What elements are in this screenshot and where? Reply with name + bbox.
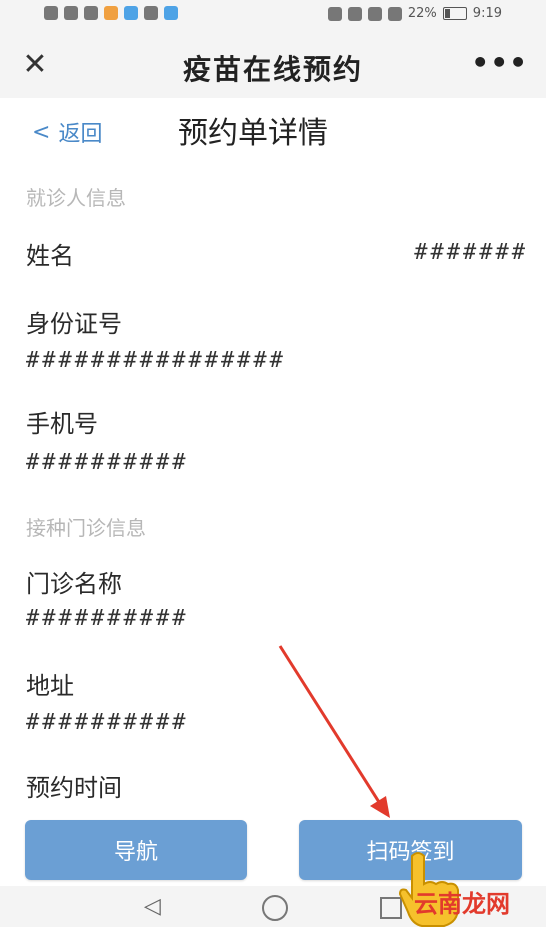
section-label-patient: 就诊人信息 bbox=[26, 186, 126, 210]
back-label: 返回 bbox=[58, 122, 103, 147]
id-number-label: 身份证号 bbox=[26, 310, 122, 338]
phone-label: 手机号 bbox=[26, 410, 98, 438]
signal-icon bbox=[64, 6, 78, 20]
alarm-icon bbox=[367, 6, 382, 21]
eye-icon bbox=[327, 6, 342, 21]
app-title: 疫苗在线预约 bbox=[182, 53, 363, 86]
back-button[interactable]: < 返回 bbox=[32, 116, 102, 148]
hd-icon bbox=[44, 6, 58, 20]
name-value: ####### bbox=[414, 240, 528, 265]
address-value: ########## bbox=[26, 710, 189, 735]
clinic-name-label: 门诊名称 bbox=[26, 570, 122, 598]
nfc-icon bbox=[347, 6, 362, 21]
phone-value: ########## bbox=[26, 450, 189, 475]
name-label: 姓名 bbox=[26, 242, 74, 270]
status-icons-left bbox=[44, 6, 178, 20]
appointment-time-label: 预约时间 bbox=[26, 774, 122, 802]
more-options-button[interactable]: ••• bbox=[471, 46, 528, 79]
app-icon bbox=[124, 6, 138, 20]
address-label: 地址 bbox=[26, 672, 74, 700]
page-title: 预约单详情 bbox=[178, 116, 328, 151]
nav-back-icon[interactable]: ◁ bbox=[144, 894, 161, 919]
bluetooth-icon bbox=[387, 6, 402, 21]
nav-home-icon[interactable] bbox=[262, 895, 288, 921]
annotation-arrow-shaft bbox=[278, 645, 386, 811]
clinic-name-value: ########## bbox=[26, 606, 189, 631]
bell-icon bbox=[144, 6, 158, 20]
annotation-arrow-head bbox=[370, 796, 390, 818]
chevron-left-icon: < bbox=[32, 119, 51, 145]
battery-icon bbox=[442, 7, 467, 20]
id-number-value: ################ bbox=[26, 348, 286, 373]
title-bar: ✕ 疫苗在线预约 ••• bbox=[0, 32, 546, 98]
chat-icon bbox=[164, 6, 178, 20]
section-label-clinic: 接种门诊信息 bbox=[26, 516, 146, 540]
clock: 9:19 bbox=[472, 6, 502, 21]
wifi-icon bbox=[84, 6, 98, 20]
battery-percent: 22% bbox=[407, 6, 437, 21]
status-icons-right: 22% 9:19 bbox=[327, 6, 502, 21]
status-bar: 22% 9:19 bbox=[0, 0, 546, 32]
navigate-button[interactable]: 导航 bbox=[25, 820, 247, 880]
notification-icon bbox=[104, 6, 118, 20]
watermark-text: 云南龙网 bbox=[414, 890, 510, 918]
